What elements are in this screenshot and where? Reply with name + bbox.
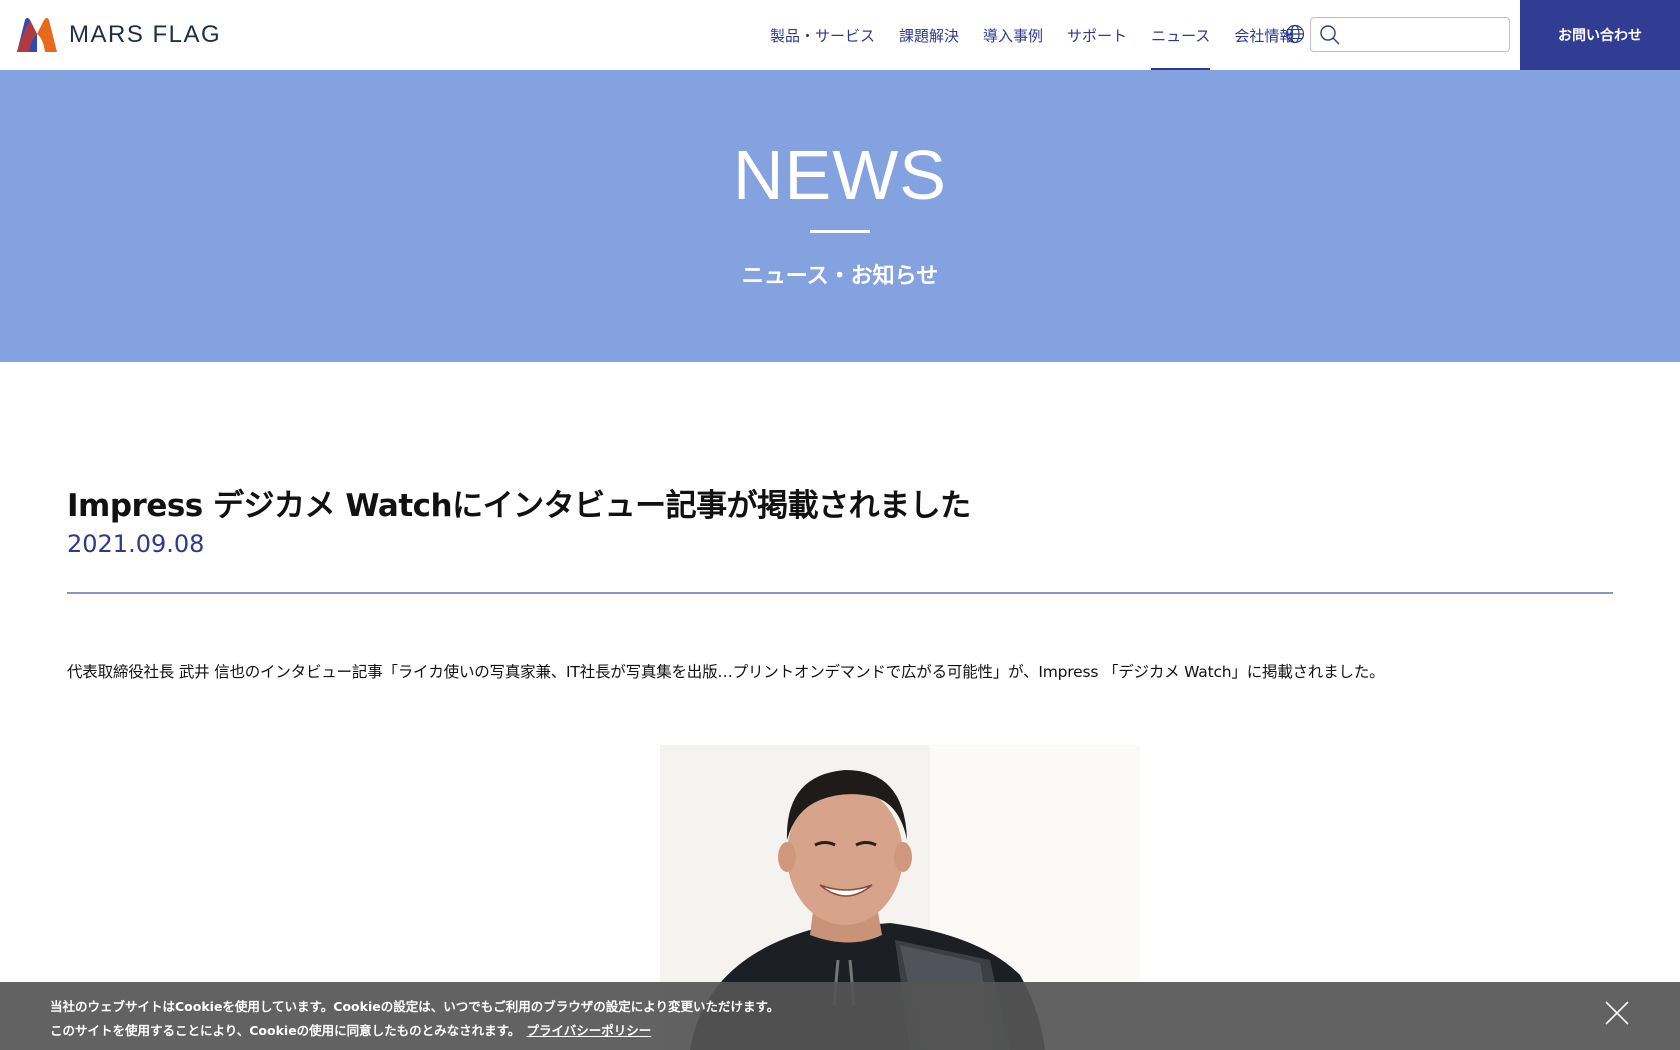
logo[interactable]: MARS FLAG — [15, 16, 221, 54]
cookie-consent-text: このサイトを使用することにより、Cookieの使用に同意したものとみなされます。… — [50, 1020, 651, 1039]
cookie-banner: 当社のウェブサイトはCookieを使用しています。Cookieの設定は、いつでも… — [0, 982, 1680, 1050]
nav-item-case-studies[interactable]: 導入事例 — [971, 0, 1055, 70]
article-divider — [67, 592, 1613, 594]
article-body: 代表取締役社長 武井 信也のインタビュー記事「ライカ使いの写真家兼、IT社長が写… — [67, 663, 1385, 681]
logo-text: MARS FLAG — [69, 21, 222, 48]
nav-item-news[interactable]: ニュース — [1139, 0, 1222, 70]
hero-divider — [810, 230, 870, 233]
search-icon[interactable] — [1319, 24, 1341, 46]
cookie-consent-label: このサイトを使用することにより、Cookieの使用に同意したものとみなされます。 — [50, 1023, 521, 1038]
hero-banner: NEWS ニュース・お知らせ — [0, 70, 1680, 362]
site-header: MARS FLAG 製品・サービス 課題解決 導入事例 サポート ニュース 会社… — [0, 0, 1680, 70]
article-title: Impress デジカメ Watchにインタビュー記事が掲載されました — [67, 488, 971, 524]
nav-item-products[interactable]: 製品・サービス — [758, 0, 887, 70]
hero-subtitle: ニュース・お知らせ — [741, 264, 939, 289]
article-date: 2021.09.08 — [67, 530, 205, 558]
nav-item-support[interactable]: サポート — [1055, 0, 1139, 70]
main-nav: 製品・サービス 課題解決 導入事例 サポート ニュース 会社情報 — [758, 0, 1306, 70]
contact-button[interactable]: お問い合わせ — [1520, 0, 1680, 70]
cookie-notice-text: 当社のウェブサイトはCookieを使用しています。Cookieの設定は、いつでも… — [50, 999, 780, 1014]
mars-flag-logo-icon — [17, 18, 57, 52]
hero-title: NEWS — [733, 136, 947, 214]
nav-item-solutions[interactable]: 課題解決 — [887, 0, 971, 70]
search-input[interactable] — [1345, 20, 1505, 49]
globe-icon[interactable] — [1285, 24, 1305, 44]
privacy-policy-link[interactable]: プライバシーポリシー — [526, 1023, 651, 1038]
close-icon[interactable] — [1604, 1000, 1630, 1026]
search-field — [1310, 17, 1510, 52]
